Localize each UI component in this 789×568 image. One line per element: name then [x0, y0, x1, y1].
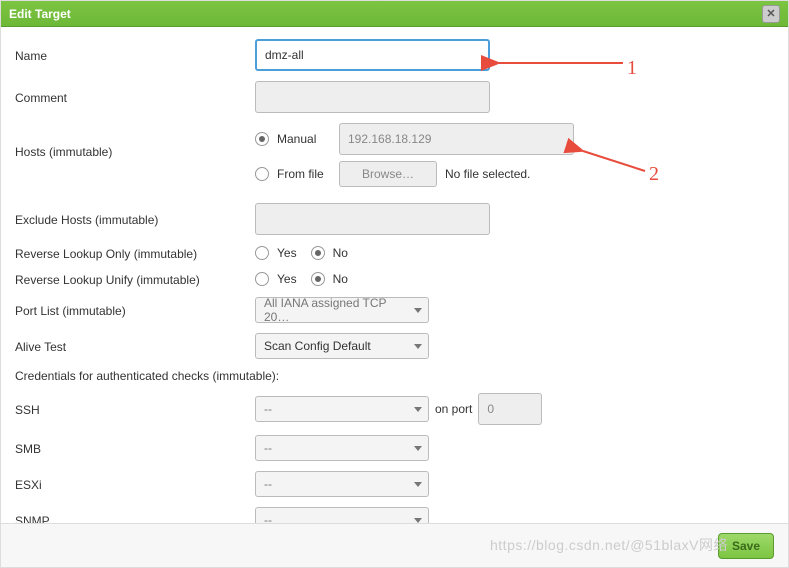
no-file-text: No file selected.: [445, 167, 530, 181]
comment-input[interactable]: [255, 81, 490, 113]
esxi-label: ESXi: [15, 476, 255, 492]
hosts-manual-input[interactable]: [339, 123, 574, 155]
chevron-down-icon: [414, 344, 422, 349]
dialog-title: Edit Target: [9, 1, 71, 27]
rlookup-only-label: Reverse Lookup Only (immutable): [15, 245, 255, 261]
hosts-manual-label: Manual: [277, 132, 339, 146]
comment-label: Comment: [15, 89, 255, 105]
smb-select[interactable]: --: [255, 435, 429, 461]
dialog-titlebar: Edit Target ✕: [1, 1, 788, 27]
form: Name Comment Hosts (immutable) Manual Fr…: [1, 27, 788, 533]
hosts-fromfile-radio[interactable]: [255, 167, 269, 181]
chevron-down-icon: [414, 407, 422, 412]
ssh-onport-label: on port: [435, 402, 472, 416]
esxi-select[interactable]: --: [255, 471, 429, 497]
dialog-footer: Save: [1, 523, 788, 567]
chevron-down-icon: [414, 446, 422, 451]
alive-label: Alive Test: [15, 338, 255, 354]
rlookup-only-no-radio[interactable]: [311, 246, 325, 260]
name-label: Name: [15, 47, 255, 63]
rlookup-unify-yes-radio[interactable]: [255, 272, 269, 286]
credentials-heading: Credentials for authenticated checks (im…: [15, 369, 774, 383]
save-button[interactable]: Save: [718, 533, 774, 559]
smb-label: SMB: [15, 440, 255, 456]
rlookup-unify-no-radio[interactable]: [311, 272, 325, 286]
annotation-number-1: 1: [627, 57, 637, 80]
chevron-down-icon: [414, 482, 422, 487]
name-input[interactable]: [255, 39, 490, 71]
portlist-label: Port List (immutable): [15, 302, 255, 318]
ssh-label: SSH: [15, 401, 255, 417]
exclude-label: Exclude Hosts (immutable): [15, 211, 255, 227]
close-button[interactable]: ✕: [762, 5, 780, 23]
chevron-down-icon: [414, 518, 422, 523]
ssh-port-input[interactable]: [478, 393, 542, 425]
browse-button[interactable]: Browse…: [339, 161, 437, 187]
hosts-fromfile-label: From file: [277, 167, 339, 181]
annotation-number-2: 2: [649, 163, 659, 186]
close-icon: ✕: [766, 1, 775, 27]
alive-select[interactable]: Scan Config Default: [255, 333, 429, 359]
rlookup-only-yes-radio[interactable]: [255, 246, 269, 260]
hosts-manual-radio[interactable]: [255, 132, 269, 146]
portlist-select[interactable]: All IANA assigned TCP 20…: [255, 297, 429, 323]
ssh-select[interactable]: --: [255, 396, 429, 422]
rlookup-unify-label: Reverse Lookup Unify (immutable): [15, 271, 255, 287]
exclude-input[interactable]: [255, 203, 490, 235]
chevron-down-icon: [414, 308, 422, 313]
hosts-label: Hosts (immutable): [15, 123, 255, 159]
